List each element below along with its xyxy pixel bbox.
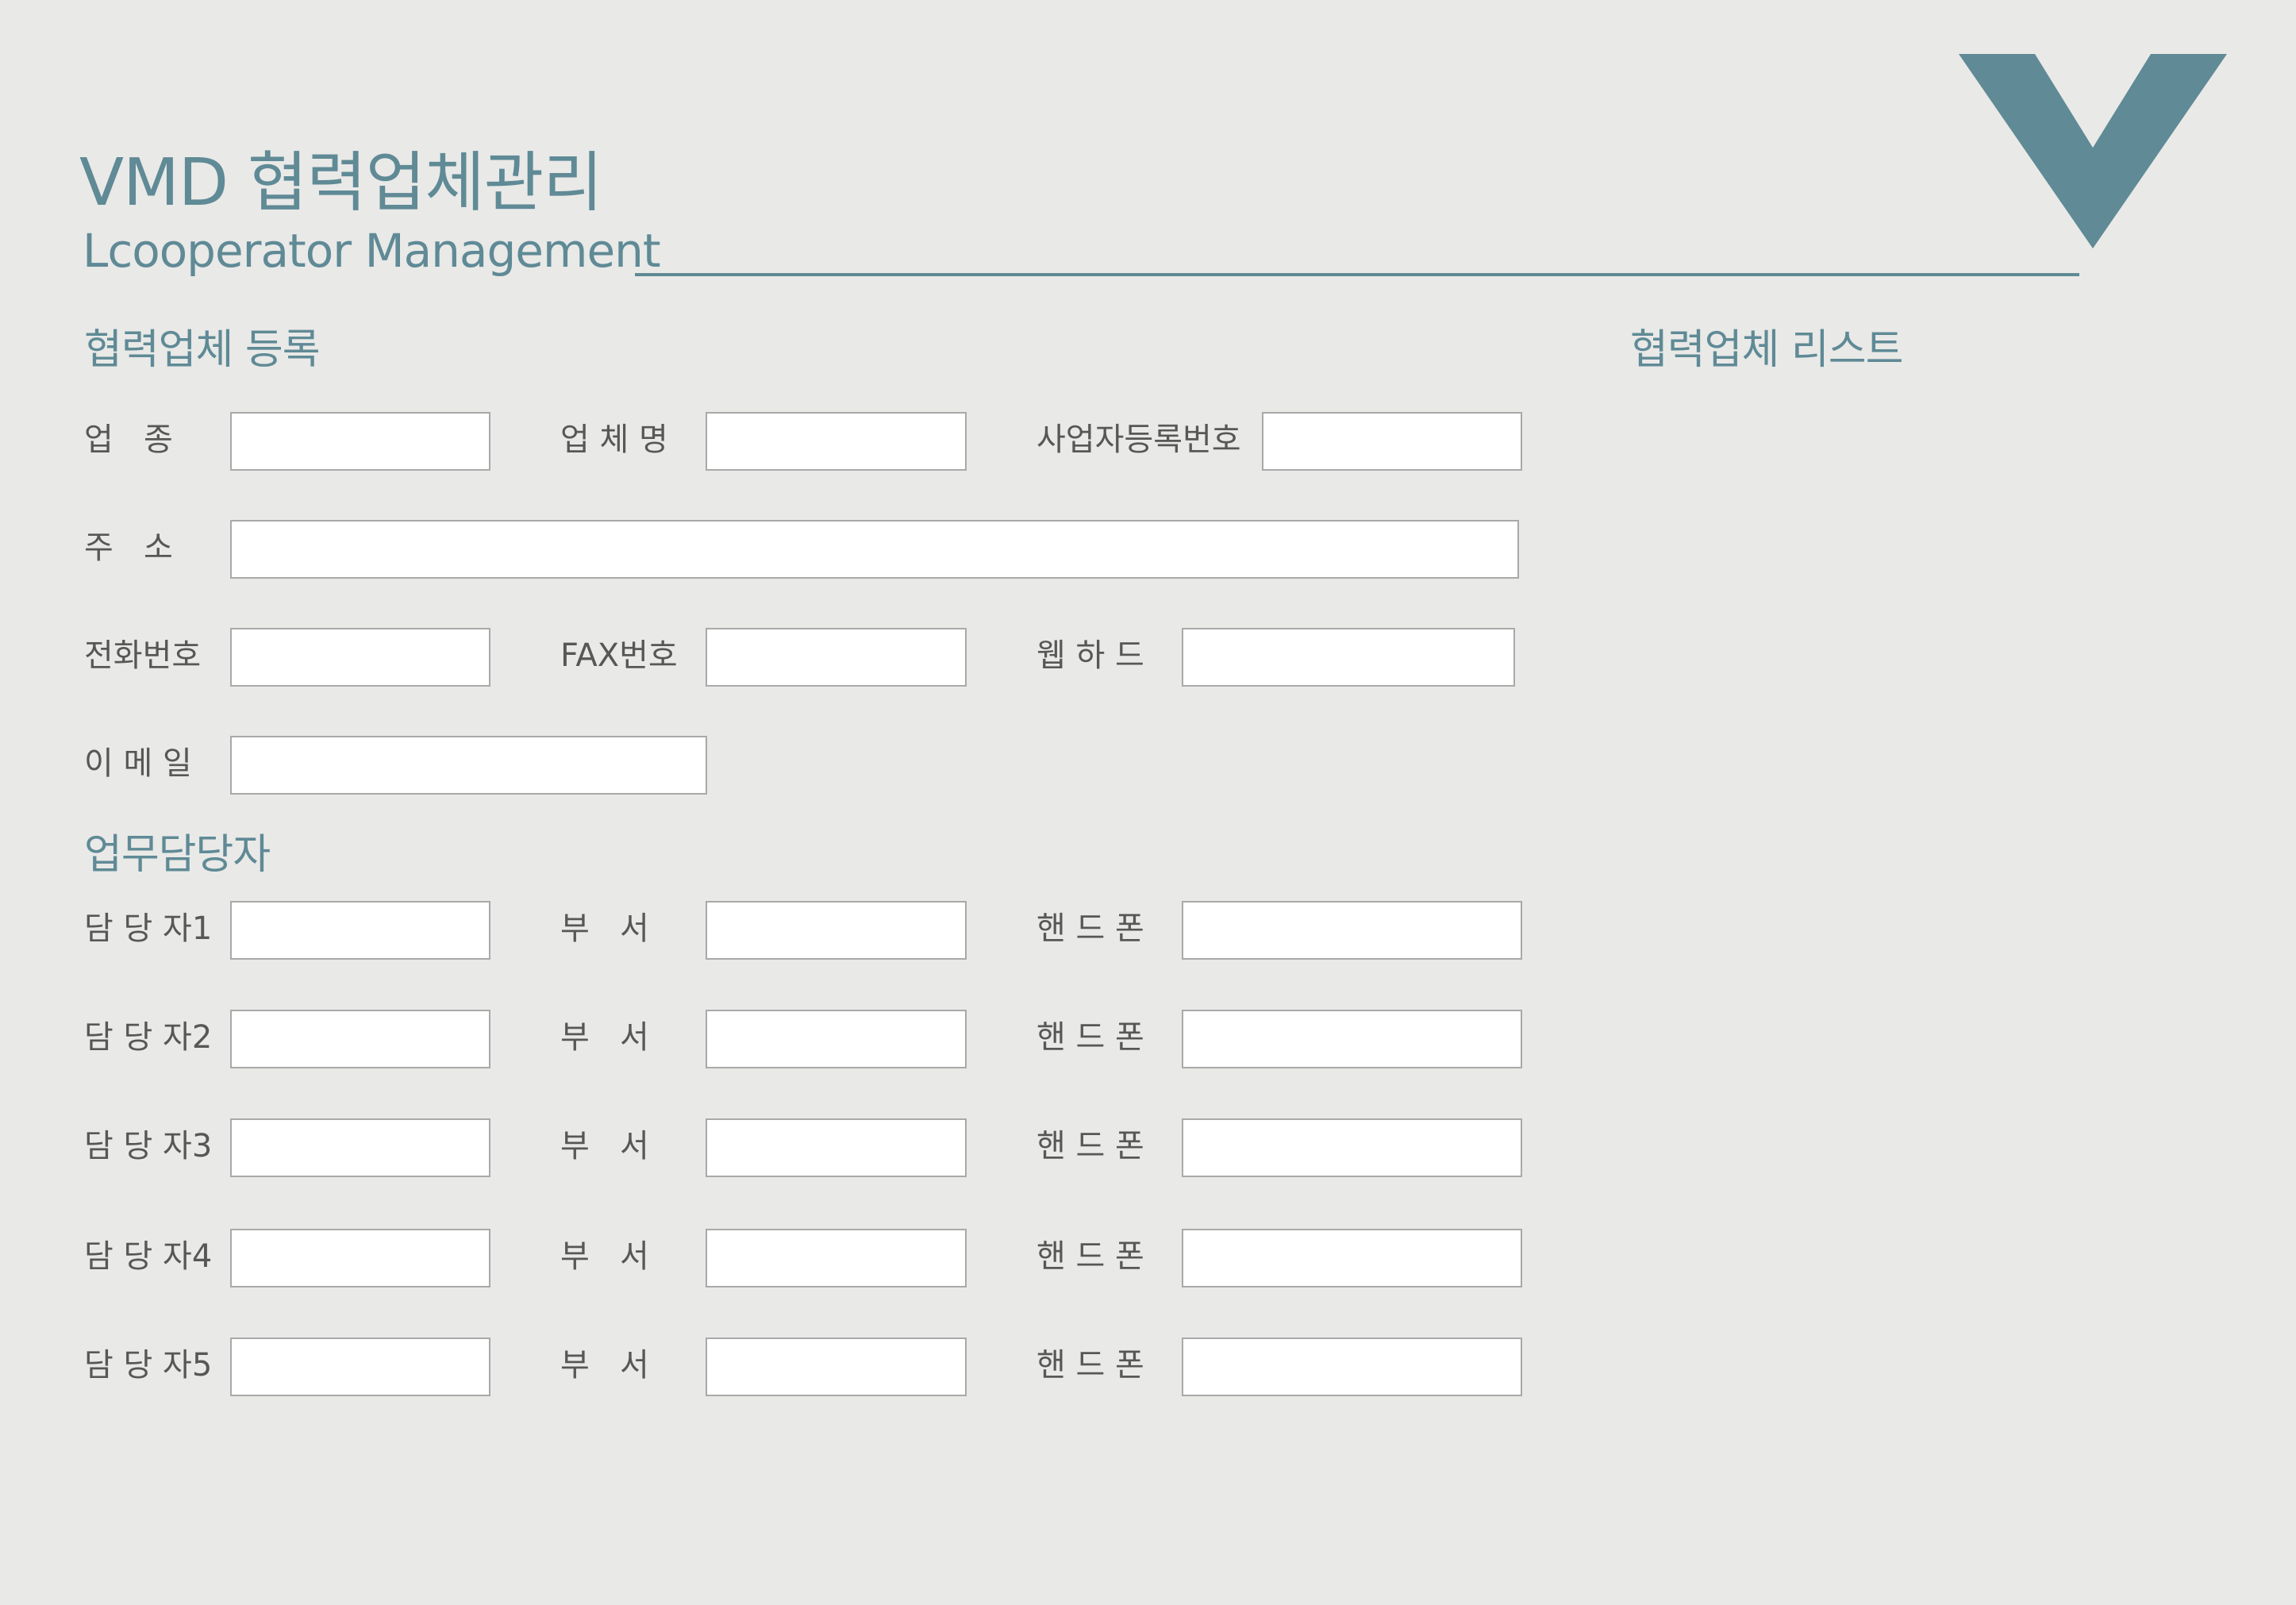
company-list-section-title: 협력업체 리스트 [1630, 326, 1903, 374]
address-input[interactable] [230, 520, 1519, 579]
contacts-section-title: 업무담당자 [84, 831, 271, 879]
company-name-input[interactable] [706, 412, 967, 471]
contact-person-label: 담 당 자3 [84, 1128, 213, 1164]
contact-dept-label: 부 서 [560, 1238, 649, 1275]
title-underline [635, 273, 2079, 276]
contact-person-label: 담 당 자1 [84, 910, 213, 947]
contact-mobile-label: 핸 드 폰 [1036, 1128, 1144, 1164]
registration-section-title: 협력업체 등록 [84, 326, 321, 374]
address-label: 주 소 [84, 529, 173, 566]
contact-dept-label: 부 서 [560, 910, 649, 947]
contact-person-input[interactable] [230, 1338, 490, 1396]
contact-mobile-input[interactable] [1182, 1338, 1522, 1396]
contact-person-label: 담 당 자5 [84, 1347, 213, 1384]
contact-dept-label: 부 서 [560, 1128, 649, 1164]
phone-input[interactable] [230, 628, 490, 687]
business-reg-no-input[interactable] [1262, 412, 1522, 471]
email-label: 이 메 일 [84, 745, 192, 782]
contact-dept-input[interactable] [706, 1229, 967, 1287]
business-reg-no-label: 사업자등록번호 [1036, 421, 1241, 458]
contact-person-input[interactable] [230, 1010, 490, 1068]
contact-dept-input[interactable] [706, 1338, 967, 1396]
industry-input[interactable] [230, 412, 490, 471]
contact-mobile-label: 핸 드 폰 [1036, 1238, 1144, 1275]
contact-person-input[interactable] [230, 1118, 490, 1177]
contact-mobile-input[interactable] [1182, 1229, 1522, 1287]
industry-label: 업 종 [84, 421, 173, 458]
phone-label: 전화번호 [84, 637, 202, 674]
contact-person-input[interactable] [230, 901, 490, 960]
fax-label: FAX번호 [560, 637, 678, 674]
page-title: VMD 협력업체관리 [79, 145, 603, 221]
contact-mobile-input[interactable] [1182, 1118, 1522, 1177]
contact-person-label: 담 당 자2 [84, 1019, 213, 1056]
contact-person-input[interactable] [230, 1229, 490, 1287]
contact-dept-input[interactable] [706, 1118, 967, 1177]
contact-mobile-label: 핸 드 폰 [1036, 1347, 1144, 1384]
contact-dept-label: 부 서 [560, 1019, 649, 1056]
contact-dept-label: 부 서 [560, 1347, 649, 1384]
contact-mobile-label: 핸 드 폰 [1036, 910, 1144, 947]
email-input[interactable] [230, 736, 707, 795]
contact-mobile-input[interactable] [1182, 901, 1522, 960]
webhard-input[interactable] [1182, 628, 1515, 687]
webhard-label: 웹 하 드 [1036, 637, 1144, 674]
v-chevron-logo-icon [1959, 54, 2227, 248]
company-list-area [1630, 397, 2233, 1429]
contact-dept-input[interactable] [706, 901, 967, 960]
contact-person-label: 담 당 자4 [84, 1238, 213, 1275]
fax-input[interactable] [706, 628, 967, 687]
contact-dept-input[interactable] [706, 1010, 967, 1068]
page-subtitle: Lcooperator Management [83, 224, 661, 278]
contact-mobile-input[interactable] [1182, 1010, 1522, 1068]
contact-mobile-label: 핸 드 폰 [1036, 1019, 1144, 1056]
company-name-label: 업 체 명 [560, 421, 668, 458]
